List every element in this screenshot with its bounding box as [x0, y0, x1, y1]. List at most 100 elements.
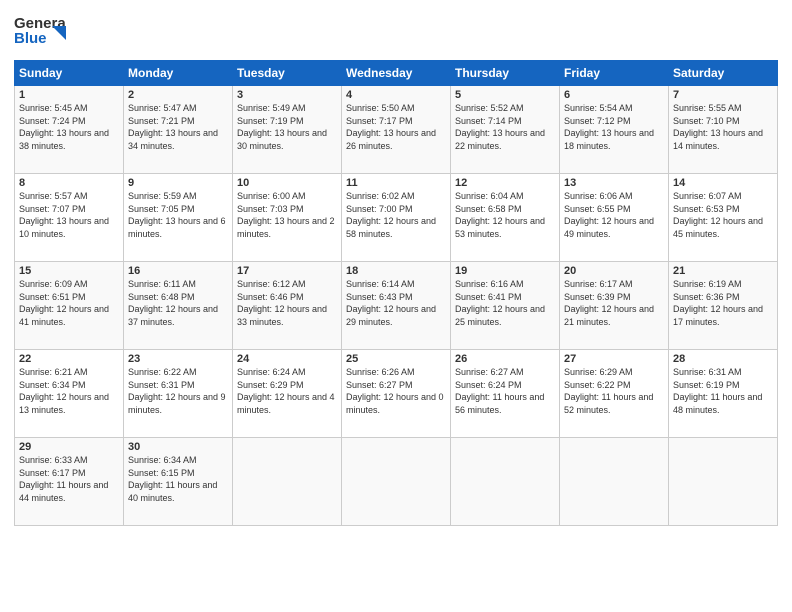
day-number: 21	[673, 265, 773, 277]
day-number: 10	[237, 177, 337, 189]
day-cell-25: 25 Sunrise: 6:26 AM Sunset: 6:27 PM Dayl…	[342, 350, 451, 438]
day-cell-24: 24 Sunrise: 6:24 AM Sunset: 6:29 PM Dayl…	[233, 350, 342, 438]
day-cell-8: 8 Sunrise: 5:57 AM Sunset: 7:07 PM Dayli…	[15, 174, 124, 262]
day-info: Sunrise: 5:54 AM Sunset: 7:12 PM Dayligh…	[564, 102, 664, 152]
day-cell-13: 13 Sunrise: 6:06 AM Sunset: 6:55 PM Dayl…	[560, 174, 669, 262]
day-info: Sunrise: 6:17 AM Sunset: 6:39 PM Dayligh…	[564, 278, 664, 328]
day-cell-20: 20 Sunrise: 6:17 AM Sunset: 6:39 PM Dayl…	[560, 262, 669, 350]
day-number: 13	[564, 177, 664, 189]
empty-cell	[669, 438, 778, 526]
empty-cell	[451, 438, 560, 526]
day-info: Sunrise: 6:26 AM Sunset: 6:27 PM Dayligh…	[346, 366, 446, 416]
day-info: Sunrise: 6:21 AM Sunset: 6:34 PM Dayligh…	[19, 366, 119, 416]
week-row-1: 1 Sunrise: 5:45 AM Sunset: 7:24 PM Dayli…	[15, 86, 778, 174]
day-info: Sunrise: 6:07 AM Sunset: 6:53 PM Dayligh…	[673, 190, 773, 240]
day-number: 28	[673, 353, 773, 365]
day-number: 30	[128, 441, 228, 453]
day-number: 23	[128, 353, 228, 365]
day-cell-21: 21 Sunrise: 6:19 AM Sunset: 6:36 PM Dayl…	[669, 262, 778, 350]
day-cell-9: 9 Sunrise: 5:59 AM Sunset: 7:05 PM Dayli…	[124, 174, 233, 262]
day-info: Sunrise: 6:06 AM Sunset: 6:55 PM Dayligh…	[564, 190, 664, 240]
day-cell-7: 7 Sunrise: 5:55 AM Sunset: 7:10 PM Dayli…	[669, 86, 778, 174]
day-cell-12: 12 Sunrise: 6:04 AM Sunset: 6:58 PM Dayl…	[451, 174, 560, 262]
day-cell-14: 14 Sunrise: 6:07 AM Sunset: 6:53 PM Dayl…	[669, 174, 778, 262]
day-info: Sunrise: 5:47 AM Sunset: 7:21 PM Dayligh…	[128, 102, 228, 152]
day-info: Sunrise: 5:59 AM Sunset: 7:05 PM Dayligh…	[128, 190, 228, 240]
day-number: 4	[346, 89, 446, 101]
day-number: 29	[19, 441, 119, 453]
col-friday: Friday	[560, 61, 669, 86]
week-row-3: 15 Sunrise: 6:09 AM Sunset: 6:51 PM Dayl…	[15, 262, 778, 350]
day-info: Sunrise: 6:00 AM Sunset: 7:03 PM Dayligh…	[237, 190, 337, 240]
day-number: 1	[19, 89, 119, 101]
day-cell-16: 16 Sunrise: 6:11 AM Sunset: 6:48 PM Dayl…	[124, 262, 233, 350]
day-number: 12	[455, 177, 555, 189]
day-info: Sunrise: 6:19 AM Sunset: 6:36 PM Dayligh…	[673, 278, 773, 328]
day-number: 25	[346, 353, 446, 365]
calendar-header-row: Sunday Monday Tuesday Wednesday Thursday…	[15, 61, 778, 86]
day-info: Sunrise: 6:16 AM Sunset: 6:41 PM Dayligh…	[455, 278, 555, 328]
day-cell-22: 22 Sunrise: 6:21 AM Sunset: 6:34 PM Dayl…	[15, 350, 124, 438]
day-cell-6: 6 Sunrise: 5:54 AM Sunset: 7:12 PM Dayli…	[560, 86, 669, 174]
day-info: Sunrise: 5:57 AM Sunset: 7:07 PM Dayligh…	[19, 190, 119, 240]
day-cell-10: 10 Sunrise: 6:00 AM Sunset: 7:03 PM Dayl…	[233, 174, 342, 262]
day-info: Sunrise: 5:49 AM Sunset: 7:19 PM Dayligh…	[237, 102, 337, 152]
day-number: 3	[237, 89, 337, 101]
page: General Blue Sunday Monday Tuesday Wedne…	[0, 0, 792, 612]
day-number: 24	[237, 353, 337, 365]
day-info: Sunrise: 5:55 AM Sunset: 7:10 PM Dayligh…	[673, 102, 773, 152]
empty-cell	[342, 438, 451, 526]
logo: General Blue	[14, 10, 66, 52]
day-number: 9	[128, 177, 228, 189]
day-number: 6	[564, 89, 664, 101]
day-cell-30: 30 Sunrise: 6:34 AM Sunset: 6:15 PM Dayl…	[124, 438, 233, 526]
col-sunday: Sunday	[15, 61, 124, 86]
day-info: Sunrise: 6:31 AM Sunset: 6:19 PM Dayligh…	[673, 366, 773, 416]
day-info: Sunrise: 6:12 AM Sunset: 6:46 PM Dayligh…	[237, 278, 337, 328]
day-info: Sunrise: 6:33 AM Sunset: 6:17 PM Dayligh…	[19, 454, 119, 504]
day-cell-1: 1 Sunrise: 5:45 AM Sunset: 7:24 PM Dayli…	[15, 86, 124, 174]
day-number: 19	[455, 265, 555, 277]
day-number: 27	[564, 353, 664, 365]
day-info: Sunrise: 6:24 AM Sunset: 6:29 PM Dayligh…	[237, 366, 337, 416]
week-row-5: 29 Sunrise: 6:33 AM Sunset: 6:17 PM Dayl…	[15, 438, 778, 526]
day-number: 7	[673, 89, 773, 101]
day-info: Sunrise: 5:50 AM Sunset: 7:17 PM Dayligh…	[346, 102, 446, 152]
day-number: 8	[19, 177, 119, 189]
day-number: 14	[673, 177, 773, 189]
day-info: Sunrise: 6:34 AM Sunset: 6:15 PM Dayligh…	[128, 454, 228, 504]
day-cell-18: 18 Sunrise: 6:14 AM Sunset: 6:43 PM Dayl…	[342, 262, 451, 350]
day-number: 18	[346, 265, 446, 277]
day-cell-11: 11 Sunrise: 6:02 AM Sunset: 7:00 PM Dayl…	[342, 174, 451, 262]
day-cell-23: 23 Sunrise: 6:22 AM Sunset: 6:31 PM Dayl…	[124, 350, 233, 438]
day-cell-29: 29 Sunrise: 6:33 AM Sunset: 6:17 PM Dayl…	[15, 438, 124, 526]
day-cell-15: 15 Sunrise: 6:09 AM Sunset: 6:51 PM Dayl…	[15, 262, 124, 350]
day-info: Sunrise: 6:04 AM Sunset: 6:58 PM Dayligh…	[455, 190, 555, 240]
col-wednesday: Wednesday	[342, 61, 451, 86]
col-saturday: Saturday	[669, 61, 778, 86]
logo-icon: General Blue	[14, 10, 66, 52]
empty-cell	[233, 438, 342, 526]
week-row-4: 22 Sunrise: 6:21 AM Sunset: 6:34 PM Dayl…	[15, 350, 778, 438]
day-number: 26	[455, 353, 555, 365]
col-tuesday: Tuesday	[233, 61, 342, 86]
day-cell-2: 2 Sunrise: 5:47 AM Sunset: 7:21 PM Dayli…	[124, 86, 233, 174]
day-info: Sunrise: 5:45 AM Sunset: 7:24 PM Dayligh…	[19, 102, 119, 152]
day-info: Sunrise: 6:09 AM Sunset: 6:51 PM Dayligh…	[19, 278, 119, 328]
svg-text:Blue: Blue	[14, 30, 47, 47]
day-number: 16	[128, 265, 228, 277]
day-number: 11	[346, 177, 446, 189]
day-number: 5	[455, 89, 555, 101]
day-number: 20	[564, 265, 664, 277]
day-info: Sunrise: 6:27 AM Sunset: 6:24 PM Dayligh…	[455, 366, 555, 416]
week-row-2: 8 Sunrise: 5:57 AM Sunset: 7:07 PM Dayli…	[15, 174, 778, 262]
day-cell-26: 26 Sunrise: 6:27 AM Sunset: 6:24 PM Dayl…	[451, 350, 560, 438]
day-info: Sunrise: 6:29 AM Sunset: 6:22 PM Dayligh…	[564, 366, 664, 416]
day-info: Sunrise: 5:52 AM Sunset: 7:14 PM Dayligh…	[455, 102, 555, 152]
day-info: Sunrise: 6:14 AM Sunset: 6:43 PM Dayligh…	[346, 278, 446, 328]
day-info: Sunrise: 6:02 AM Sunset: 7:00 PM Dayligh…	[346, 190, 446, 240]
day-cell-3: 3 Sunrise: 5:49 AM Sunset: 7:19 PM Dayli…	[233, 86, 342, 174]
day-number: 15	[19, 265, 119, 277]
day-number: 2	[128, 89, 228, 101]
col-monday: Monday	[124, 61, 233, 86]
